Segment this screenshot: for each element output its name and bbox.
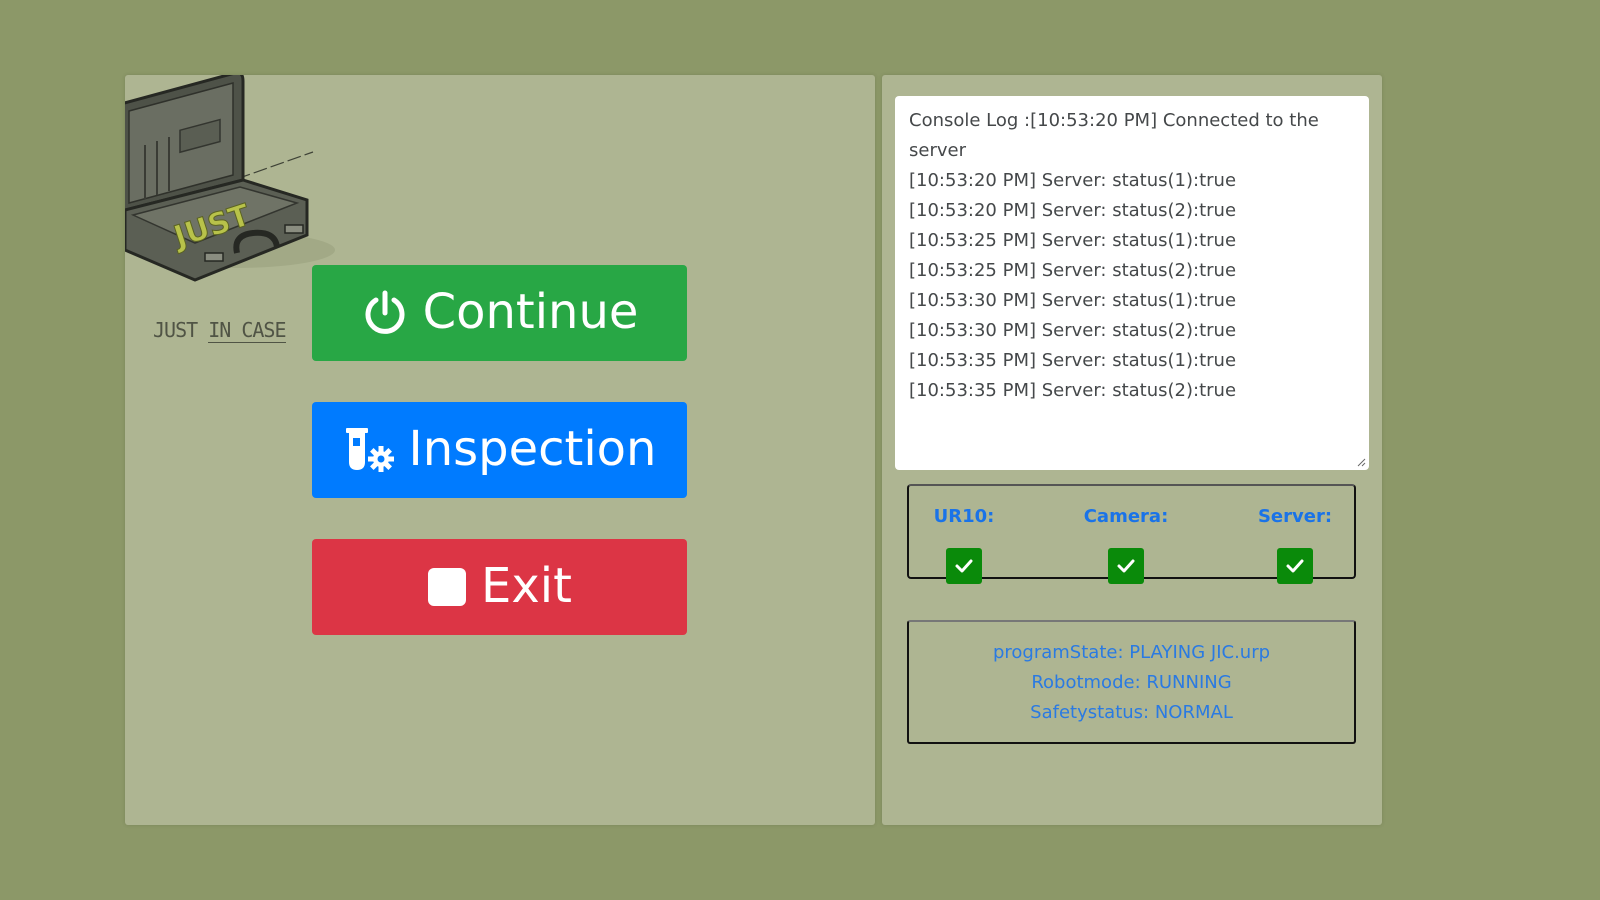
- status-ur10: UR10:: [904, 506, 1024, 584]
- console-line: [10:53:35 PM] Server: status(1):true: [909, 350, 1237, 371]
- checkmark-icon: [1108, 548, 1144, 584]
- status-camera: Camera:: [1066, 506, 1186, 584]
- resize-grip-icon[interactable]: [1356, 457, 1366, 467]
- camera-label: Camera:: [1083, 506, 1169, 527]
- server-label: Server:: [1257, 506, 1333, 527]
- continue-label: Continue: [422, 284, 639, 340]
- inspection-button[interactable]: Inspection: [312, 402, 687, 498]
- console-line: [10:53:35 PM] Server: status(2):true: [909, 380, 1237, 401]
- console-line: [10:53:25 PM] Server: status(1):true: [909, 230, 1237, 251]
- program-state: programState: PLAYING JIC.urp: [992, 642, 1271, 663]
- console-line: [10:53:30 PM] Server: status(1):true: [909, 290, 1237, 311]
- status-panel: Console Log :[10:53:20 PM] Connected to …: [882, 75, 1382, 825]
- exit-button[interactable]: Exit: [312, 539, 687, 635]
- safety-status: Safetystatus: NORMAL: [1030, 702, 1233, 723]
- status-server: Server:: [1235, 506, 1355, 584]
- console-log[interactable]: Console Log :[10:53:20 PM] Connected to …: [895, 96, 1369, 470]
- exit-label: Exit: [481, 558, 572, 614]
- console-line: [10:53:25 PM] Server: status(2):true: [909, 260, 1237, 281]
- robot-mode: Robotmode: RUNNING: [1031, 672, 1232, 693]
- connection-status: UR10: Camera: Server:: [907, 484, 1356, 584]
- power-icon: [361, 289, 409, 337]
- console-line: Console Log :[10:53:20 PM] Connected to …: [909, 110, 1319, 161]
- checkmark-icon: [946, 548, 982, 584]
- logo-caption: JUST IN CASE: [153, 318, 287, 343]
- control-panel: JUST JUST IN CASE Continue Inspection Ex…: [49, 71, 875, 825]
- flask-gear-icon: [343, 426, 395, 474]
- console-line: [10:53:20 PM] Server: status(2):true: [909, 200, 1237, 221]
- ur10-label: UR10:: [933, 506, 995, 527]
- checkmark-icon: [1277, 548, 1313, 584]
- robot-info: programState: PLAYING JIC.urp Robotmode:…: [907, 620, 1356, 744]
- inspection-label: Inspection: [408, 421, 657, 477]
- continue-button[interactable]: Continue: [312, 265, 687, 361]
- console-line: [10:53:30 PM] Server: status(2):true: [909, 320, 1237, 341]
- console-line: [10:53:20 PM] Server: status(1):true: [909, 170, 1237, 191]
- stop-icon: [427, 567, 467, 607]
